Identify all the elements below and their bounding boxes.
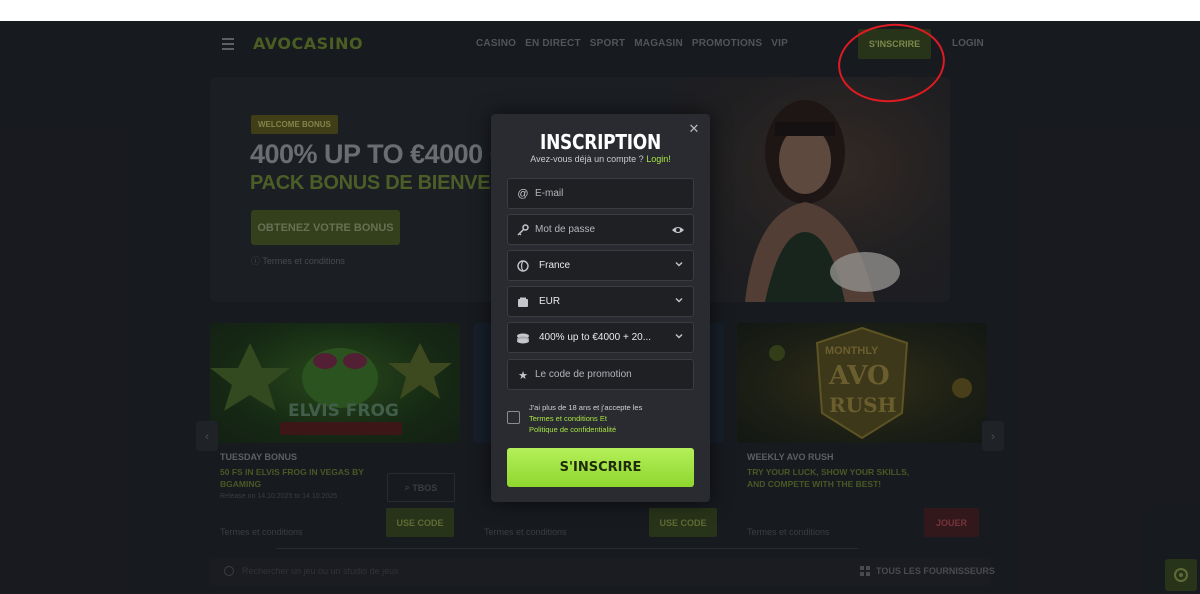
password-field[interactable]: Mot de passe bbox=[507, 214, 694, 245]
chevron-down-icon bbox=[675, 262, 683, 267]
at-icon: @ bbox=[517, 188, 529, 200]
consent-text: J'ai plus de 18 ans et j'accepte les Ter… bbox=[529, 402, 699, 435]
email-field[interactable]: @ E-mail bbox=[507, 178, 694, 209]
modal-login-link[interactable]: Login! bbox=[646, 154, 671, 164]
consent-checkbox[interactable] bbox=[507, 411, 520, 424]
terms-link[interactable]: Termes et conditions Et bbox=[529, 413, 699, 424]
globe-icon bbox=[516, 259, 530, 273]
modal-title: INSCRIPTION bbox=[540, 130, 661, 154]
consent-statement: J'ai plus de 18 ans et j'accepte les bbox=[529, 403, 643, 412]
promo-code-field[interactable]: ★ Le code de promotion bbox=[507, 359, 694, 390]
promo-code-placeholder: Le code de promotion bbox=[535, 369, 632, 380]
currency-value: EUR bbox=[539, 296, 561, 307]
bonus-select[interactable]: 400% up to €4000 + 20... bbox=[507, 322, 694, 353]
chevron-down-icon bbox=[675, 334, 683, 339]
signup-modal: ✕ INSCRIPTION Avez-vous déjà un compte ?… bbox=[491, 114, 710, 502]
chevron-down-icon bbox=[675, 298, 683, 303]
country-value: France bbox=[539, 260, 571, 271]
eye-icon[interactable] bbox=[671, 224, 685, 236]
password-placeholder: Mot de passe bbox=[535, 224, 596, 235]
casino-site-background: AVOCASINO CASINO EN DIRECT SPORT MAGASIN… bbox=[0, 21, 1200, 594]
privacy-policy-link[interactable]: Politique de confidentialité bbox=[529, 424, 699, 435]
bonus-value: 400% up to €4000 + 20... bbox=[539, 332, 652, 343]
signup-submit-button[interactable]: S'INSCRIRE bbox=[507, 448, 694, 487]
modal-subtitle: Avez-vous déjà un compte ? Login! bbox=[491, 154, 710, 164]
email-placeholder: E-mail bbox=[535, 188, 564, 199]
browser-top-strip bbox=[0, 0, 1200, 21]
modal-subtitle-text: Avez-vous déjà un compte ? bbox=[530, 154, 644, 164]
wallet-icon bbox=[516, 295, 530, 309]
country-select[interactable]: France bbox=[507, 250, 694, 281]
star-icon: ★ bbox=[518, 369, 528, 382]
currency-select[interactable]: EUR bbox=[507, 286, 694, 317]
coins-icon bbox=[516, 331, 530, 345]
key-icon bbox=[516, 223, 530, 237]
